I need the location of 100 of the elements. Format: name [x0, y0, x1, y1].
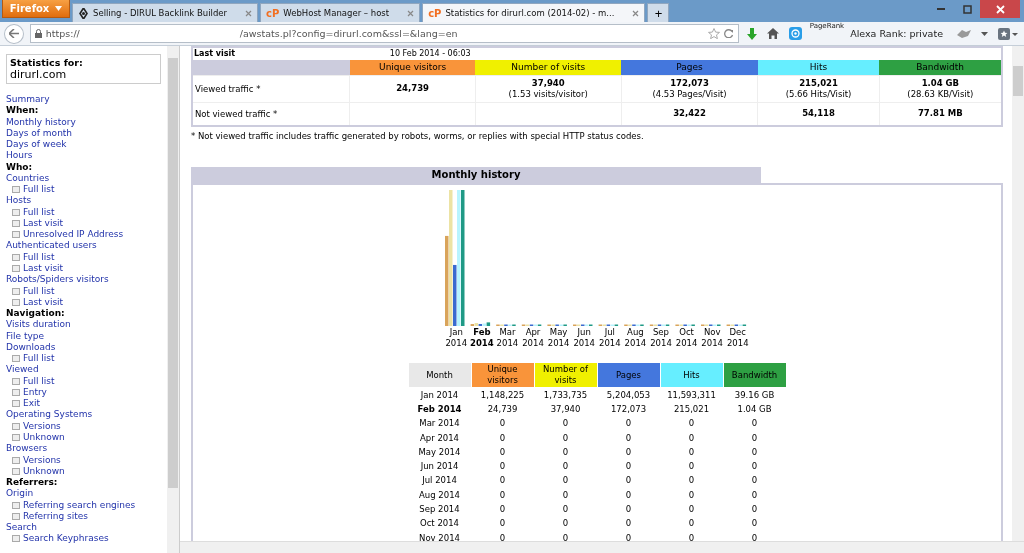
table-cell-text: 0 [624, 531, 633, 541]
sidebar-sublink[interactable]: Last visit [23, 217, 64, 230]
sidebar-link[interactable]: Robots/Spiders visitors [6, 274, 161, 286]
table-cell-text: 215,021 [798, 77, 839, 89]
year-label: 2014 [495, 338, 520, 349]
year-label: 2014 [572, 338, 596, 349]
sidebar-link[interactable]: Monthly history [6, 116, 161, 128]
sidebar-sublink[interactable]: Entry [23, 386, 47, 399]
section-heading: Navigation: [6, 308, 66, 320]
footnote: * Not viewed traffic includes traffic generated by robots, worms, or replies with special HTTP status codes. [191, 131, 645, 141]
star-icon[interactable] [707, 28, 720, 39]
sidebar-sublink[interactable]: Versions [23, 420, 61, 432]
sidebar-link[interactable]: Countries [6, 172, 161, 185]
crosshair-icon [78, 7, 89, 19]
sidebar-link[interactable]: Hosts [6, 195, 161, 207]
table-cell-text: 0 [624, 474, 633, 488]
last-visit-value: 10 Feb 2014 - 06:03 [349, 47, 1002, 60]
sidebar-link[interactable]: Days of month [6, 127, 161, 140]
sidebar-link[interactable]: Visits duration [6, 319, 161, 331]
table-cell-text: 0 [687, 417, 696, 431]
sidebar-scrollbar[interactable] [167, 46, 179, 553]
sidebar-sublink[interactable]: Unresolved IP Address [23, 229, 124, 241]
browser-tab[interactable]: cP WebHost Manager – host [260, 3, 421, 22]
horizontal-scrollbar[interactable] [180, 541, 1024, 553]
sidebar-sublink[interactable]: Full list [23, 206, 55, 218]
year-label: 2014 [649, 338, 673, 349]
month-label: May [548, 327, 569, 338]
cell-note: (5.66 Hits/Visit) [784, 88, 853, 100]
section-heading: Referrers: [6, 477, 59, 489]
back-button[interactable] [4, 23, 24, 44]
table-cell-text: 0 [624, 445, 633, 459]
sidebar-sublink[interactable]: Versions [23, 454, 61, 466]
sidebar-link[interactable]: Browsers [6, 443, 161, 455]
reload-icon[interactable] [723, 29, 734, 38]
sidebar-sublink[interactable]: Full list [23, 251, 55, 263]
close-button[interactable] [980, 0, 1020, 18]
sidebar-sublink[interactable]: Full list [23, 285, 55, 297]
table-cell-text: 0 [498, 445, 507, 459]
table-cell-text: 0 [687, 531, 696, 541]
sidebar-link[interactable]: Days of week [6, 139, 161, 151]
page-icon [12, 186, 20, 194]
sidebar-link[interactable]: Viewed [6, 364, 161, 376]
browser-tab[interactable]: cP Statistics for dirurl.com (2014-02) - m... [422, 3, 646, 22]
table-cell-text: 0 [561, 474, 570, 488]
close-icon[interactable] [407, 9, 415, 17]
tab-logo: cP [428, 7, 442, 19]
sidebar-sublink[interactable]: Unknown [23, 465, 65, 478]
tab-logo: cP [266, 7, 280, 19]
table-cell-text: 0 [498, 531, 507, 541]
sidebar-link[interactable]: Hours [6, 150, 161, 162]
address-field[interactable]: https:// /awstats.pl?config=dirurl.com&ssl=&lang=en [29, 24, 739, 43]
column-header: Unique visitors [471, 362, 534, 388]
page-icon [12, 535, 20, 543]
sidebar-sublink[interactable]: Last visit [23, 296, 64, 309]
close-icon[interactable] [245, 9, 252, 17]
table-cell-text: 0 [561, 531, 570, 541]
sidebar-link[interactable]: Summary [6, 94, 161, 106]
lock-icon [34, 29, 42, 38]
section-title: Monthly history [191, 167, 761, 183]
page-scrollbar[interactable] [1012, 46, 1024, 541]
table-cell-text: 0 [624, 488, 633, 502]
sidebar-sublink[interactable]: Full list [23, 353, 55, 365]
sidebar-link[interactable]: Search [6, 522, 161, 534]
year-label: 2014 [725, 338, 750, 349]
sidebar-link[interactable]: Origin [6, 488, 161, 500]
last-visit-label: Last visit [192, 47, 350, 60]
at-sign-icon[interactable] [786, 24, 804, 43]
sidebar-sublink[interactable]: Full list [23, 184, 55, 196]
table-cell-text: 77.81 MB [916, 108, 964, 120]
sidebar-link[interactable]: Downloads [6, 341, 161, 354]
table-cell-text: 0 [624, 460, 633, 474]
column-header: Pages [621, 60, 758, 75]
close-icon[interactable] [632, 9, 640, 17]
sidebar-sublink[interactable]: Referring sites [23, 510, 89, 523]
browser-tab[interactable]: Selling - DIRUL Backlink Builder [72, 3, 258, 22]
cell-note: (1.53 visits/visitor) [507, 88, 589, 100]
sidebar-sublink[interactable]: Exit [23, 398, 41, 410]
cell-note: (4.53 Pages/Visit) [651, 88, 728, 100]
sidebar-link[interactable]: Operating Systems [6, 409, 161, 421]
table-cell-text: 0 [750, 445, 759, 459]
table-cell-text: 1,148,225 [479, 388, 526, 402]
table-cell-text: 0 [624, 417, 633, 431]
sidebar-sublink[interactable]: Full list [23, 375, 55, 387]
sidebar-link[interactable]: File type [6, 330, 161, 342]
sidebar-sublink[interactable]: Last visit [23, 263, 64, 275]
new-tab-button[interactable]: + [647, 3, 670, 22]
table-cell-text: 0 [561, 445, 570, 459]
month-cell-text: Sep 2014 [418, 503, 461, 516]
sidebar-sublink[interactable]: Search Keyphrases [23, 533, 109, 545]
sidebar-sublink[interactable]: Referring search engines [23, 499, 136, 511]
year-label: 2014 [521, 338, 545, 349]
month-cell-text: Feb 2014 [416, 402, 463, 416]
alexa-rank-label[interactable]: Alexa Rank: private [850, 28, 943, 39]
sidebar-link[interactable]: Authenticated users [6, 240, 161, 252]
sidebar-sublink[interactable]: Unknown [23, 431, 65, 444]
table-cell-text: 0 [687, 517, 696, 531]
table-cell-text: 0 [750, 517, 759, 531]
table-cell-text: 0 [687, 503, 696, 516]
column-header: Bandwidth [879, 60, 1002, 75]
table-cell-text: 54,118 [801, 108, 836, 120]
